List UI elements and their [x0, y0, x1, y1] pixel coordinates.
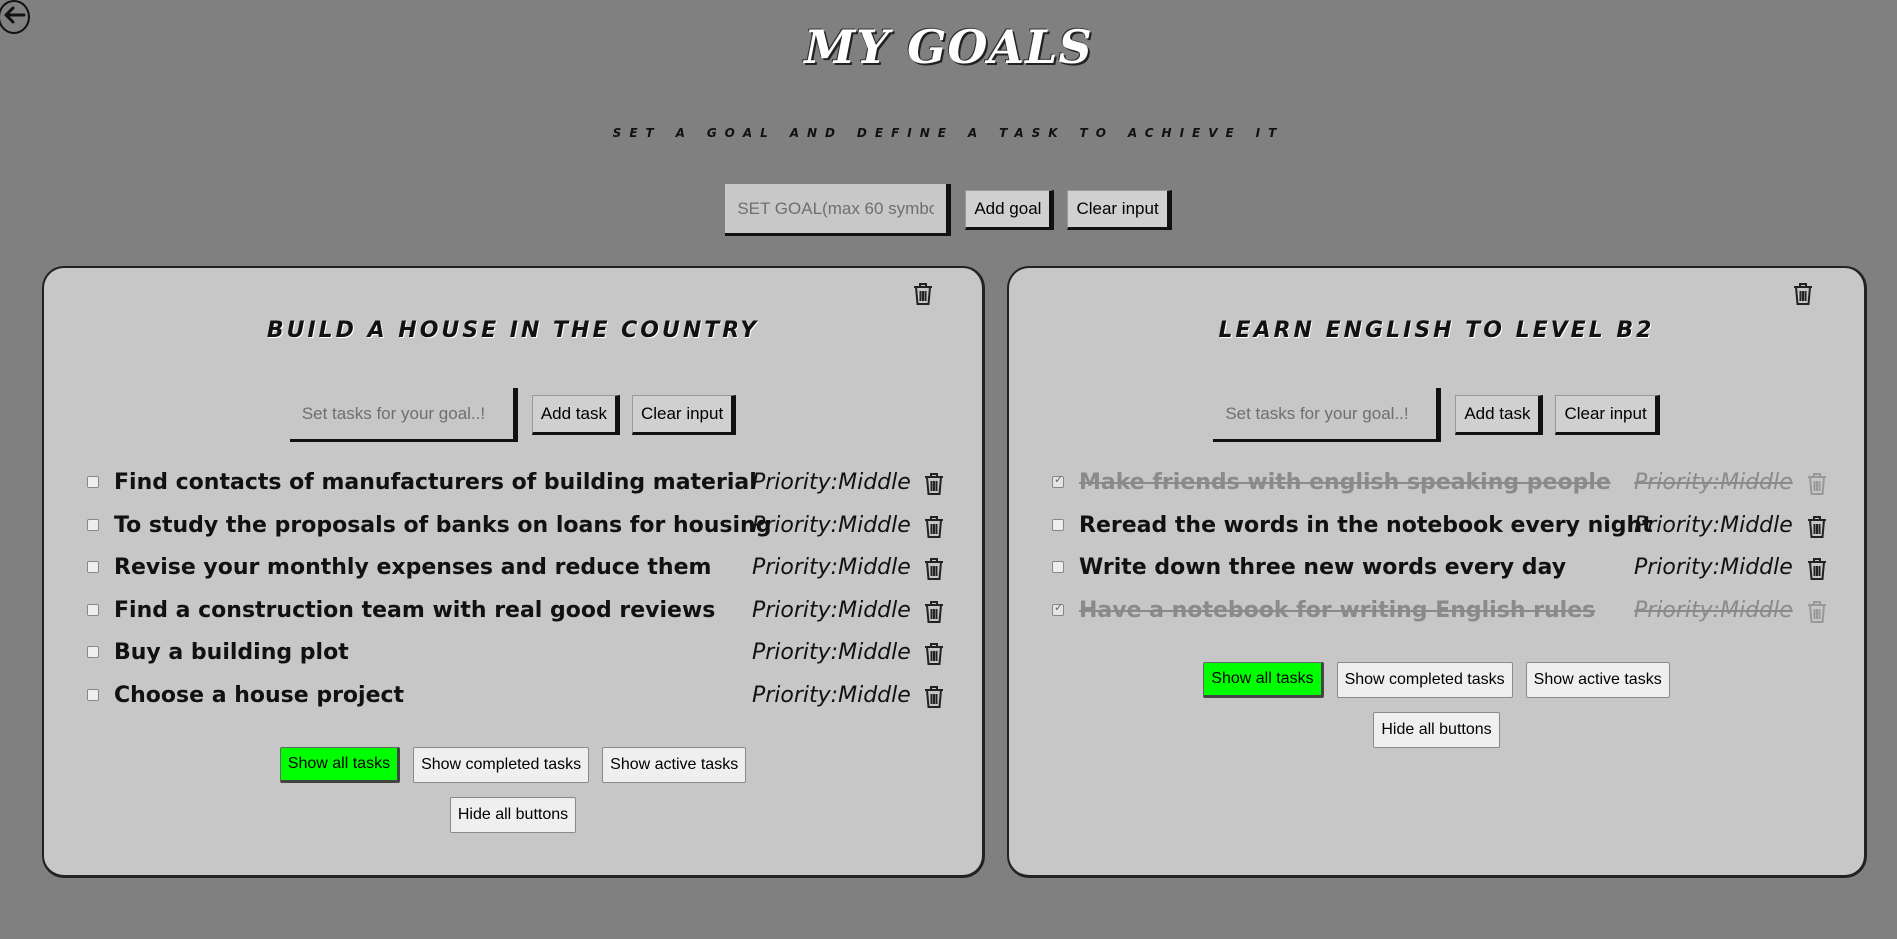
show-all-tasks-button[interactable]: Show all tasks	[1203, 662, 1324, 698]
goal-form: Add goal Clear input	[0, 184, 1897, 236]
task-item: Reread the words in the notebook every n…	[1009, 507, 1864, 550]
task-text: Write down three new words every day	[1079, 555, 1567, 580]
page-subtitle: SET A GOAL AND DEFINE A TASK TO ACHIEVE …	[612, 122, 1285, 142]
show-active-tasks-button[interactable]: Show active tasks	[1525, 662, 1670, 698]
task-item: Find a construction team with real good …	[44, 592, 982, 635]
clear-goal-input-button[interactable]: Clear input	[1067, 190, 1172, 230]
show-all-tasks-button[interactable]: Show all tasks	[279, 747, 401, 783]
delete-task-trash-icon[interactable]	[1807, 515, 1827, 539]
task-input[interactable]	[1213, 388, 1442, 442]
filter-buttons: Show all tasks Show completed tasks Show…	[1009, 662, 1864, 698]
task-text: Reread the words in the notebook every n…	[1079, 512, 1653, 538]
task-item: Find contacts of manufacturers of buildi…	[44, 464, 982, 507]
goal-title: BUILD A HOUSE IN THE COUNTRY	[266, 318, 760, 343]
hide-all-buttons-button[interactable]: Hide all buttons	[1373, 712, 1500, 748]
delete-task-trash-icon[interactable]	[924, 515, 944, 539]
task-priority: Priority:Middle	[1634, 512, 1793, 538]
delete-task-trash-icon[interactable]	[1807, 600, 1827, 624]
delete-task-trash-icon[interactable]	[924, 472, 944, 496]
task-list: Find contacts of manufacturers of buildi…	[44, 464, 982, 719]
task-item: Write down three new words every day Pri…	[1009, 549, 1864, 592]
clear-task-input-button[interactable]: Clear input	[1555, 395, 1660, 435]
delete-task-trash-icon[interactable]	[924, 557, 944, 581]
task-checkbox[interactable]	[87, 518, 99, 531]
goal-title: LEARN ENGLISH TO LEVEL B2	[1218, 318, 1655, 343]
task-text: To study the proposals of banks on loans…	[114, 512, 772, 538]
task-priority: Priority:Middle	[752, 682, 911, 708]
delete-task-trash-icon[interactable]	[924, 685, 944, 709]
task-checkbox[interactable]	[1052, 473, 1064, 488]
task-checkbox[interactable]	[87, 561, 99, 573]
delete-task-trash-icon[interactable]	[1807, 557, 1827, 581]
task-checkbox[interactable]	[1052, 518, 1064, 531]
task-priority: Priority:Middle	[752, 470, 911, 495]
task-text: Buy a building plot	[114, 640, 349, 665]
delete-task-trash-icon[interactable]	[924, 642, 944, 666]
task-text: Have a notebook for writing English rule…	[1079, 597, 1596, 623]
task-priority: Priority:Middle	[752, 640, 911, 665]
task-checkbox[interactable]	[87, 476, 99, 488]
task-priority: Priority:Middle	[1634, 597, 1793, 623]
task-text: Make friends with english speaking peopl…	[1079, 470, 1611, 495]
task-item: Revise your monthly expenses and reduce …	[44, 549, 982, 592]
delete-goal-trash-icon[interactable]	[1792, 282, 1814, 306]
task-priority: Priority:Middle	[752, 597, 911, 623]
add-goal-button[interactable]: Add goal	[965, 190, 1055, 230]
page-title: MY GOALS	[804, 20, 1093, 74]
delete-goal-trash-icon[interactable]	[912, 282, 934, 306]
task-priority: Priority:Middle	[1634, 555, 1793, 580]
goal-input[interactable]	[725, 184, 952, 236]
delete-task-trash-icon[interactable]	[1807, 472, 1827, 496]
task-priority: Priority:Middle	[752, 555, 911, 580]
clear-task-input-button[interactable]: Clear input	[631, 395, 737, 435]
add-task-button[interactable]: Add task	[1455, 395, 1544, 435]
task-priority: Priority:Middle	[1634, 470, 1793, 495]
add-task-button[interactable]: Add task	[531, 395, 620, 435]
hide-buttons-row: Hide all buttons	[1009, 712, 1864, 748]
task-form: Add task Clear input	[44, 388, 982, 442]
show-completed-tasks-button[interactable]: Show completed tasks	[1336, 662, 1513, 698]
goal-card: LEARN ENGLISH TO LEVEL B2 Add task Clear…	[1007, 266, 1867, 878]
goal-card: BUILD A HOUSE IN THE COUNTRY Add task Cl…	[42, 266, 985, 878]
task-priority: Priority:Middle	[752, 512, 911, 538]
show-completed-tasks-button[interactable]: Show completed tasks	[413, 747, 590, 783]
task-form: Add task Clear input	[1009, 388, 1864, 442]
hide-buttons-row: Hide all buttons	[44, 797, 982, 833]
filter-buttons: Show all tasks Show completed tasks Show…	[44, 747, 982, 783]
task-item: To study the proposals of banks on loans…	[44, 507, 982, 550]
task-item: Buy a building plot Priority:Middle	[44, 634, 982, 677]
task-list: Make friends with english speaking peopl…	[1009, 464, 1864, 634]
hide-all-buttons-button[interactable]: Hide all buttons	[449, 797, 577, 833]
task-item: Choose a house project Priority:Middle	[44, 677, 982, 720]
task-input[interactable]	[289, 388, 518, 442]
task-text: Choose a house project	[114, 682, 405, 708]
task-checkbox[interactable]	[1052, 561, 1064, 573]
task-text: Revise your monthly expenses and reduce …	[114, 555, 712, 580]
task-text: Find contacts of manufacturers of buildi…	[114, 470, 757, 495]
task-item: Make friends with english speaking peopl…	[1009, 464, 1864, 507]
task-item: Have a notebook for writing English rule…	[1009, 592, 1864, 635]
task-checkbox[interactable]	[87, 688, 99, 701]
show-active-tasks-button[interactable]: Show active tasks	[602, 747, 747, 783]
task-checkbox[interactable]	[87, 603, 99, 616]
delete-task-trash-icon[interactable]	[924, 600, 944, 624]
task-checkbox[interactable]	[1052, 601, 1064, 616]
task-checkbox[interactable]	[87, 646, 99, 658]
task-text: Find a construction team with real good …	[114, 597, 716, 623]
